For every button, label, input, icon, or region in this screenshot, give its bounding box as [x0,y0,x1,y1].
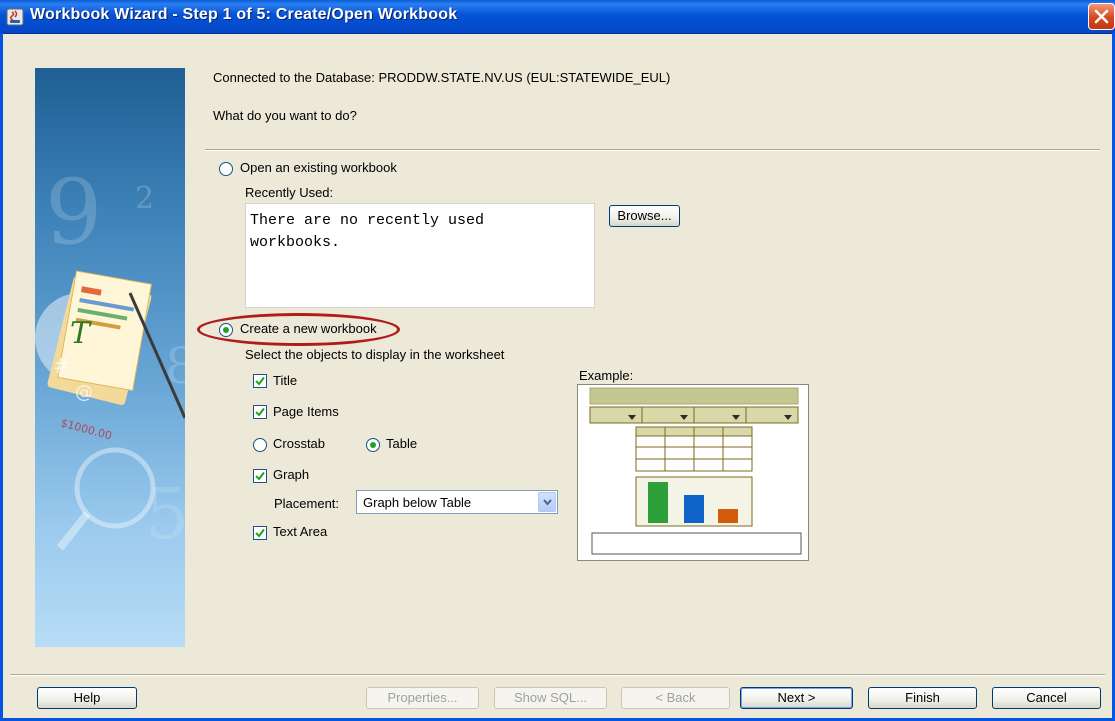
svg-text:@: @ [75,382,93,403]
placement-dropdown-button[interactable] [538,492,556,512]
text-area-checkbox-label[interactable]: Text Area [273,524,327,539]
java-app-icon [6,8,24,26]
title-checkbox[interactable] [253,374,267,388]
page-items-checkbox[interactable] [253,405,267,419]
objects-label: Select the objects to display in the wor… [245,347,505,362]
header-separator [205,149,1100,151]
open-existing-label[interactable]: Open an existing workbook [240,160,397,175]
cancel-button[interactable]: Cancel [992,687,1101,709]
checkmark-icon [255,376,265,386]
crosstab-radio[interactable] [253,438,267,452]
svg-text:T: T [70,316,92,351]
table-radio[interactable] [366,438,380,452]
open-existing-radio[interactable] [219,162,233,176]
banner-illustration: 9 2 8 T # @ $1000.00 5 [35,160,185,555]
window-title: Workbook Wizard - Step 1 of 5: Create/Op… [30,6,458,23]
finish-button[interactable]: Finish [868,687,977,709]
properties-button[interactable]: Properties... [366,687,479,709]
graph-checkbox[interactable] [253,469,267,483]
graph-checkbox-label[interactable]: Graph [273,467,309,482]
text-area-checkbox[interactable] [253,526,267,540]
close-button[interactable] [1088,3,1115,30]
recent-workbooks-list[interactable]: There are no recently used workbooks. [245,203,595,308]
svg-text:$1000.00: $1000.00 [59,416,113,442]
connection-text: Connected to the Database: PRODDW.STATE.… [213,70,671,85]
example-preview-illustration [589,387,802,555]
svg-text:5: 5 [145,473,185,555]
next-button[interactable]: Next > [740,687,853,709]
table-label[interactable]: Table [386,436,417,451]
show-sql-button[interactable]: Show SQL... [494,687,607,709]
title-bar: Workbook Wizard - Step 1 of 5: Create/Op… [0,0,1115,34]
page-items-checkbox-label[interactable]: Page Items [273,404,339,419]
browse-button[interactable]: Browse... [609,205,680,227]
create-new-radio[interactable] [219,323,233,337]
placement-select-value: Graph below Table [363,495,472,510]
recently-used-label: Recently Used: [245,185,334,200]
svg-text:#: # [53,354,70,378]
footer-separator [10,674,1105,676]
checkmark-icon [255,528,265,538]
checkmark-icon [255,407,265,417]
back-button[interactable]: < Back [621,687,730,709]
recent-workbooks-empty-text: There are no recently used workbooks. [250,212,485,251]
close-icon [1094,9,1109,24]
svg-text:8: 8 [165,337,185,395]
placement-select[interactable]: Graph below Table [356,490,558,514]
svg-text:9: 9 [45,160,102,265]
example-preview [577,384,809,561]
example-label: Example: [579,368,634,383]
window-frame-left [0,33,3,721]
checkmark-icon [255,471,265,481]
create-new-label[interactable]: Create a new workbook [240,321,377,336]
help-button[interactable]: Help [37,687,137,709]
placement-label: Placement: [274,496,340,511]
crosstab-label[interactable]: Crosstab [273,436,325,451]
question-text: What do you want to do? [213,108,357,123]
chevron-down-icon [543,499,552,506]
wizard-banner-image: 9 2 8 T # @ $1000.00 5 [35,68,185,647]
svg-text:2: 2 [135,181,154,216]
title-checkbox-label[interactable]: Title [273,373,297,388]
